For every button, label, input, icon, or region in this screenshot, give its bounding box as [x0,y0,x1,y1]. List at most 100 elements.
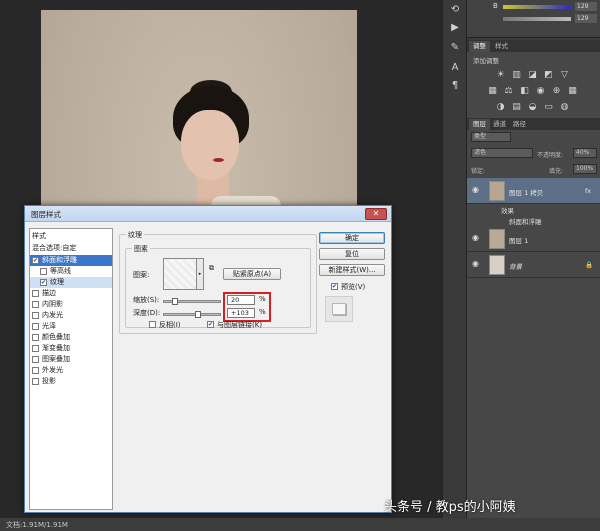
preview-checkbox-box[interactable]: ✔ [331,283,338,290]
style-item[interactable]: 投影 [30,376,112,387]
style-item-label: 渐变叠加 [42,344,70,352]
style-item[interactable]: 光泽 [30,321,112,332]
color-panel: B 129 129 [467,0,600,38]
style-item-label: 纹理 [50,278,64,286]
blend-options-item[interactable]: 混合选项:自定 [30,243,112,254]
fill-input[interactable]: 100% [573,164,597,174]
style-item[interactable]: 渐变叠加 [30,343,112,354]
eye-icon[interactable]: ◉ [472,234,482,242]
style-item-checkbox[interactable] [32,378,39,385]
opacity-input[interactable]: 40% [573,148,597,158]
style-item-checkbox[interactable] [32,312,39,319]
exposure-icon[interactable]: ◩ [543,70,554,81]
blend-mode-select[interactable]: 滤色 [471,148,533,158]
new-style-button[interactable]: 新建样式(W)... [319,264,385,276]
panel-icon-strip: ⟲ ▶ ✎ A ¶ [442,0,466,518]
layers-tab-bar: 图层 通道 路径 [467,118,600,130]
blue-channel-value[interactable]: 129 [575,2,597,11]
style-item-checkbox[interactable] [32,356,39,363]
effects-row[interactable]: 效果 [467,205,600,216]
annotation-highlight-box [223,292,271,322]
style-item[interactable]: 外发光 [30,365,112,376]
pattern-picker-arrow[interactable]: ▸ [197,258,204,290]
snap-origin-button[interactable]: 贴紧原点(A) [223,268,281,280]
style-item-checkbox[interactable]: ✔ [40,279,47,286]
levels-icon[interactable]: ▥ [511,70,522,81]
layer-thumbnail [489,255,505,275]
tab-layers[interactable]: 图层 [469,119,490,130]
layer-name: 图层 1 拷贝 [509,189,544,197]
black-white-icon[interactable]: ◧ [519,86,530,97]
style-item[interactable]: 图案叠加 [30,354,112,365]
texture-settings-pane: 纹理 图素 图案: ▸ ⧉ 贴紧原点(A) 缩放(S): 20 % 深度(D):… [119,228,317,510]
tab-styles[interactable]: 样式 [491,41,512,52]
pattern-label: 图案: [133,271,150,279]
dialog-titlebar[interactable]: 图层样式 ✕ [25,206,391,222]
style-item-label: 内阴影 [42,300,63,308]
new-preset-icon[interactable]: ⧉ [209,264,218,273]
link-layer-checkbox-box[interactable]: ✔ [207,321,214,328]
style-item-checkbox[interactable] [32,334,39,341]
brush-icon[interactable]: ✎ [449,42,461,54]
style-item-label: 等高线 [50,267,71,275]
history-icon[interactable]: ⟲ [449,4,461,16]
style-item[interactable]: 描边 [30,288,112,299]
style-item[interactable]: 等高线 [30,266,112,277]
paragraph-icon[interactable]: ¶ [449,80,461,92]
styles-header[interactable]: 样式 [30,231,112,242]
eye-icon[interactable]: ◉ [472,186,482,194]
channel-slider-2[interactable] [503,17,571,21]
style-item-checkbox[interactable] [32,345,39,352]
invert-checkbox-label: 反相(I) [159,321,181,329]
layer-row-background[interactable]: ◉ 背景 🔒 [467,252,600,278]
character-icon[interactable]: A [449,62,461,74]
layer-thumbnail [489,229,505,249]
pattern-swatch[interactable] [163,258,197,290]
style-item-checkbox[interactable] [32,323,39,330]
hue-saturation-icon[interactable]: ▦ [487,86,498,97]
ok-button[interactable]: 确定 [319,232,385,244]
style-item[interactable]: 内阴影 [30,299,112,310]
invert-icon[interactable]: ◑ [495,102,506,113]
selective-color-icon[interactable]: ◍ [559,102,570,113]
invert-checkbox-box[interactable] [149,321,156,328]
eye-icon[interactable]: ◉ [472,260,482,268]
fx-badge[interactable]: fx [585,187,591,195]
layer-row-layer1[interactable]: ◉ 图层 1 [467,226,600,252]
style-item-checkbox[interactable] [40,268,47,275]
style-item-checkbox[interactable]: ✔ [32,257,39,264]
layer-kind-filter[interactable]: 类型 [471,132,511,142]
layer-row-copy[interactable]: ◉ 图层 1 拷贝 fx [467,178,600,204]
color-lookup-icon[interactable]: ▦ [567,86,578,97]
style-item[interactable]: 颜色叠加 [30,332,112,343]
style-item[interactable]: 内发光 [30,310,112,321]
style-item[interactable]: ✔ 斜面和浮雕 [30,255,112,266]
effects-label: 效果 [501,207,514,215]
photo-filter-icon[interactable]: ◉ [535,86,546,97]
gradient-map-icon[interactable]: ▭ [543,102,554,113]
channel-value-2[interactable]: 129 [575,14,597,23]
brightness-icon[interactable]: ☀ [495,70,506,81]
blue-channel-slider[interactable] [503,5,571,9]
channel-label: B [493,2,498,10]
color-balance-icon[interactable]: ⚖ [503,86,514,97]
tab-channels[interactable]: 通道 [489,119,510,130]
reset-button[interactable]: 复位 [319,248,385,260]
channel-mixer-icon[interactable]: ⊕ [551,86,562,97]
depth-slider[interactable] [163,313,221,316]
actions-icon[interactable]: ▶ [449,22,461,34]
depth-slider-thumb[interactable] [194,311,201,318]
style-item[interactable]: ✔ 纹理 [30,277,112,288]
close-button[interactable]: ✕ [365,208,387,220]
style-item-checkbox[interactable] [32,290,39,297]
tab-adjustments[interactable]: 调整 [469,41,490,52]
style-item-checkbox[interactable] [32,367,39,374]
scale-slider-thumb[interactable] [171,298,178,305]
curves-icon[interactable]: ◪ [527,70,538,81]
tab-paths[interactable]: 路径 [509,119,530,130]
threshold-icon[interactable]: ◒ [527,102,538,113]
style-item-checkbox[interactable] [32,301,39,308]
doc-size-readout: 文档:1.91M/1.91M [6,521,68,529]
posterize-icon[interactable]: ▤ [511,102,522,113]
vibrance-icon[interactable]: ▽ [559,70,570,81]
